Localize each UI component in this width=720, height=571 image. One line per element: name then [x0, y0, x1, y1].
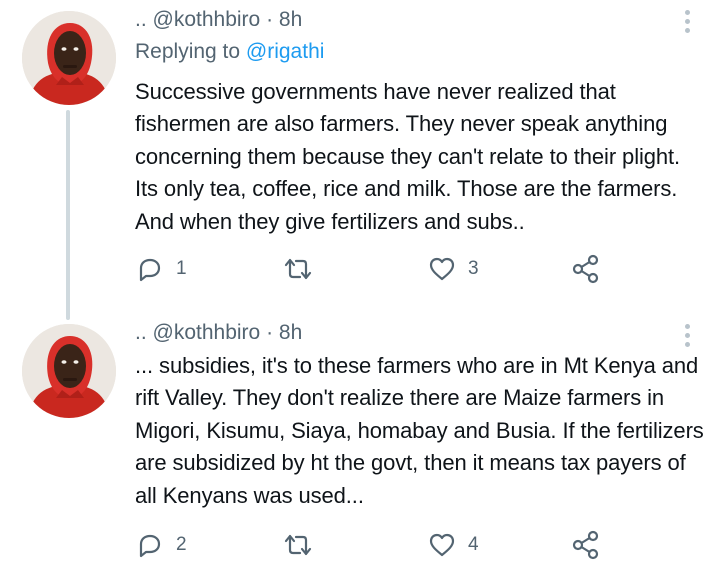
heart-icon [429, 533, 455, 557]
retweet-button[interactable] [283, 252, 325, 286]
tweet-actions: 1 3 [0, 252, 720, 286]
reply-icon [139, 534, 161, 558]
more-dot [684, 324, 690, 329]
more-dot [684, 10, 690, 15]
retweet-icon [284, 534, 312, 556]
user-handle[interactable]: @kothhbiro [153, 321, 261, 345]
replying-to: Replying to @rigathi [135, 40, 324, 64]
tweet-header: .. @kothhbiro · 8h [135, 319, 302, 347]
heart-icon [429, 257, 455, 281]
more-dot [684, 333, 690, 338]
avatar[interactable] [22, 324, 116, 418]
separator: · [266, 8, 274, 31]
like-count: 4 [468, 534, 479, 555]
more-icon[interactable] [684, 324, 690, 347]
tweet[interactable]: .. @kothhbiro · 8h Replying to @rigathi … [0, 0, 720, 320]
reply-button[interactable]: 2 [136, 528, 187, 562]
like-count: 3 [468, 258, 479, 279]
tweet-actions: 2 4 [0, 528, 720, 562]
timestamp[interactable]: 8h [279, 8, 302, 32]
timestamp[interactable]: 8h [279, 321, 302, 345]
user-handle[interactable]: @kothhbiro [153, 8, 261, 32]
tweet[interactable]: .. @kothhbiro · 8h ... subsidies, it's t… [0, 300, 720, 571]
reply-count: 1 [176, 258, 187, 279]
handle-prefix: .. [135, 8, 147, 31]
separator: · [266, 321, 274, 344]
reply-button[interactable]: 1 [136, 252, 187, 286]
avatar-image [22, 324, 116, 418]
more-icon[interactable] [684, 10, 690, 33]
like-button[interactable]: 3 [428, 252, 479, 286]
reply-icon [139, 258, 161, 282]
avatar[interactable] [22, 11, 116, 105]
share-button[interactable] [571, 252, 601, 286]
retweet-button[interactable] [283, 528, 325, 562]
tweet-header: .. @kothhbiro · 8h [135, 6, 302, 34]
tweet-text: Successive governments have never realiz… [135, 79, 681, 234]
handle-prefix: .. [135, 321, 147, 344]
replying-label: Replying to [135, 40, 241, 63]
tweet-text: ... subsidies, it's to these farmers who… [135, 353, 704, 508]
more-dot [684, 28, 690, 33]
share-icon [572, 530, 599, 560]
avatar-image [22, 11, 116, 105]
retweet-icon [284, 258, 312, 280]
more-dot [684, 19, 690, 24]
share-icon [572, 254, 599, 284]
replying-mention-link[interactable]: @rigathi [246, 40, 325, 63]
share-button[interactable] [571, 528, 601, 562]
reply-count: 2 [176, 534, 187, 555]
like-button[interactable]: 4 [428, 528, 479, 562]
more-dot [684, 342, 690, 347]
thread-line [66, 110, 70, 320]
